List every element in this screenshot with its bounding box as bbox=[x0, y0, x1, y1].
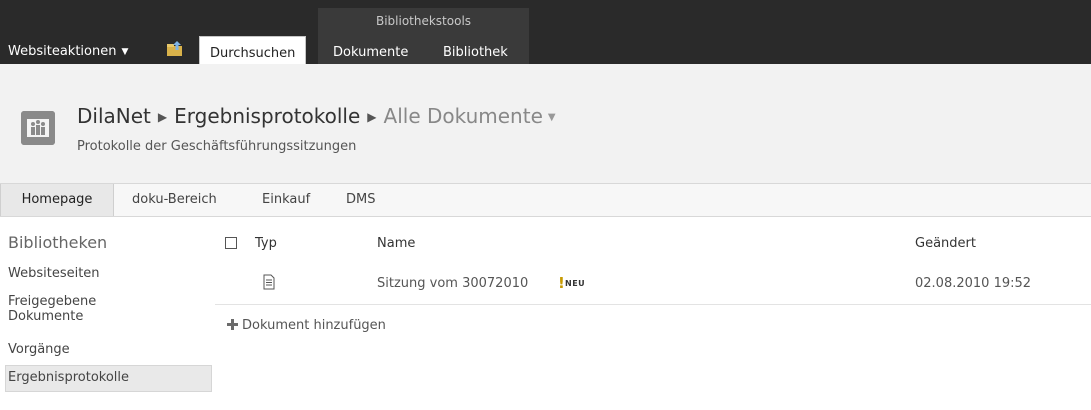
document-icon bbox=[263, 274, 275, 290]
column-header-type[interactable]: Typ bbox=[255, 236, 277, 251]
document-name-link[interactable]: Sitzung vom 30072010 bbox=[377, 276, 528, 291]
quick-launch-item-selected[interactable]: Ergebnisprotokolle bbox=[8, 370, 129, 385]
site-description: Protokolle der Geschäftsführungssitzunge… bbox=[77, 139, 357, 154]
nav-item-homepage[interactable]: Homepage bbox=[0, 184, 114, 216]
site-actions-menu[interactable]: Websiteaktionen ▼ bbox=[8, 44, 128, 59]
plus-icon bbox=[227, 319, 238, 330]
site-logo-icon[interactable] bbox=[21, 111, 55, 145]
nav-item-dms[interactable]: DMS bbox=[346, 184, 375, 216]
nav-item-einkauf[interactable]: Einkauf bbox=[262, 184, 310, 216]
quick-launch-heading[interactable]: Bibliotheken bbox=[8, 233, 107, 252]
select-all-checkbox[interactable] bbox=[225, 237, 237, 249]
document-modified: 02.08.2010 19:52 bbox=[915, 276, 1032, 291]
site-actions-label: Websiteaktionen bbox=[8, 44, 117, 59]
navigate-up-icon[interactable] bbox=[166, 40, 184, 58]
breadcrumb-view[interactable]: Alle Dokumente bbox=[384, 104, 543, 128]
breadcrumb-list[interactable]: Ergebnisprotokolle bbox=[174, 104, 360, 128]
tab-bibliothek[interactable]: Bibliothek bbox=[443, 36, 508, 64]
tab-durchsuchen[interactable]: Durchsuchen bbox=[199, 36, 307, 66]
column-header-modified[interactable]: Geändert bbox=[915, 236, 976, 251]
tab-dokumente[interactable]: Dokumente bbox=[333, 36, 408, 64]
add-document-label: Dokument hinzufügen bbox=[242, 318, 386, 333]
breadcrumb-arrow-icon: ▶ bbox=[157, 110, 168, 124]
quick-launch-item[interactable]: Vorgänge bbox=[8, 342, 70, 357]
nav-item-doku-bereich[interactable]: doku-Bereich bbox=[132, 184, 217, 216]
column-header-name[interactable]: Name bbox=[377, 236, 415, 251]
new-item-icon: ! bbox=[558, 274, 565, 292]
ribbon-bar bbox=[0, 0, 1091, 64]
new-badge: NEU bbox=[565, 279, 586, 288]
breadcrumb-arrow-icon: ▶ bbox=[367, 110, 377, 124]
top-navigation: Homepage doku-Bereich Einkauf DMS bbox=[0, 183, 1091, 217]
chevron-down-icon[interactable]: ▼ bbox=[548, 112, 556, 123]
breadcrumb-site[interactable]: DilaNet bbox=[77, 104, 151, 128]
breadcrumb: DilaNet ▶ Ergebnisprotokolle ▶ Alle Dokument… bbox=[77, 104, 556, 128]
chevron-down-icon: ▼ bbox=[121, 47, 129, 57]
quick-launch-item[interactable]: Websiteseiten bbox=[8, 266, 100, 281]
quick-launch-item[interactable]: Freigegebene Dokumente bbox=[8, 294, 148, 324]
context-group-title: Bibliothekstools bbox=[375, 14, 472, 28]
add-document-link[interactable]: Dokument hinzufügen bbox=[227, 318, 386, 333]
